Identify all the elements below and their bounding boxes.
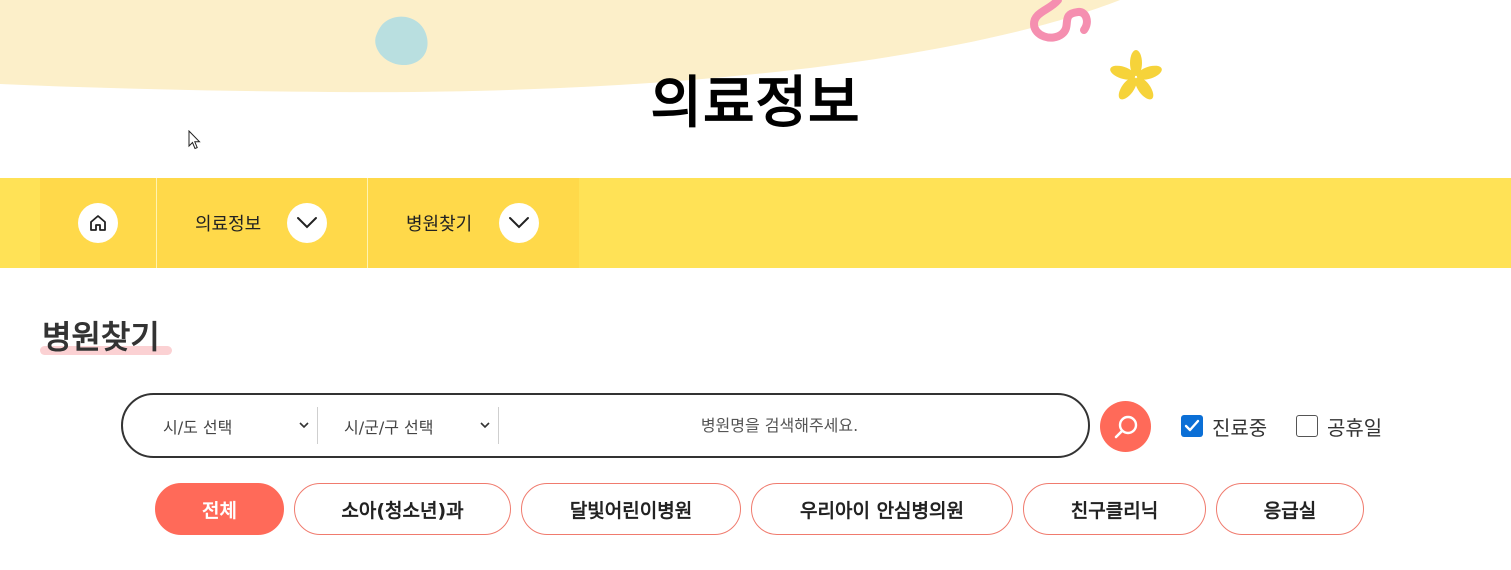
chevron-down-icon (287, 203, 327, 243)
checkbox-checked-icon (1181, 415, 1203, 437)
nav-label: 병원찾기 (406, 214, 473, 235)
district-select-value: 시/군/구 선택 (344, 417, 434, 437)
page-title: 의료정보 (650, 71, 861, 136)
nav-label: 의료정보 (195, 214, 262, 235)
holiday-label: 공휴일 (1327, 415, 1383, 440)
search-button[interactable] (1100, 401, 1151, 452)
search-icon (1114, 415, 1137, 438)
breadcrumb-nav: 의료정보 병원찾기 (0, 178, 1511, 268)
chevron-down-icon (299, 422, 309, 429)
checkbox-unchecked-icon (1296, 415, 1318, 437)
open-now-label: 진료중 (1212, 415, 1268, 440)
category-chip-moonlight-children-hospital[interactable]: 달빛어린이병원 (521, 483, 741, 535)
nav-dropdown-hospital-search[interactable]: 병원찾기 (368, 178, 579, 268)
category-chip-pediatrics[interactable]: 소아(청소년)과 (294, 483, 511, 535)
home-button[interactable] (40, 178, 157, 268)
hero-banner: 의료정보 (0, 0, 1511, 178)
chevron-down-icon (499, 203, 539, 243)
category-chip-friend-clinic[interactable]: 친구클리닉 (1023, 483, 1206, 535)
category-chip-all[interactable]: 전체 (155, 483, 284, 535)
holiday-checkbox[interactable]: 공휴일 (1296, 412, 1382, 440)
district-select[interactable]: 시/군/구 선택 (318, 407, 499, 444)
section-title: 병원찾기 (42, 318, 160, 356)
mouse-cursor-icon (188, 130, 201, 150)
city-select-value: 시/도 선택 (163, 417, 233, 437)
open-now-checkbox[interactable]: 진료중 (1181, 412, 1267, 440)
category-chip-emergency-room[interactable]: 응급실 (1216, 483, 1364, 535)
nav-dropdown-medical-info[interactable]: 의료정보 (157, 178, 368, 268)
search-bar: 시/도 선택 시/군/구 선택 (121, 393, 1090, 458)
hospital-search-input[interactable] (499, 405, 1088, 446)
category-chip-safe-child-clinic[interactable]: 우리아이 안심병의원 (751, 483, 1013, 535)
home-icon (78, 203, 118, 243)
city-select[interactable]: 시/도 선택 (123, 407, 318, 444)
chevron-down-icon (480, 422, 490, 429)
